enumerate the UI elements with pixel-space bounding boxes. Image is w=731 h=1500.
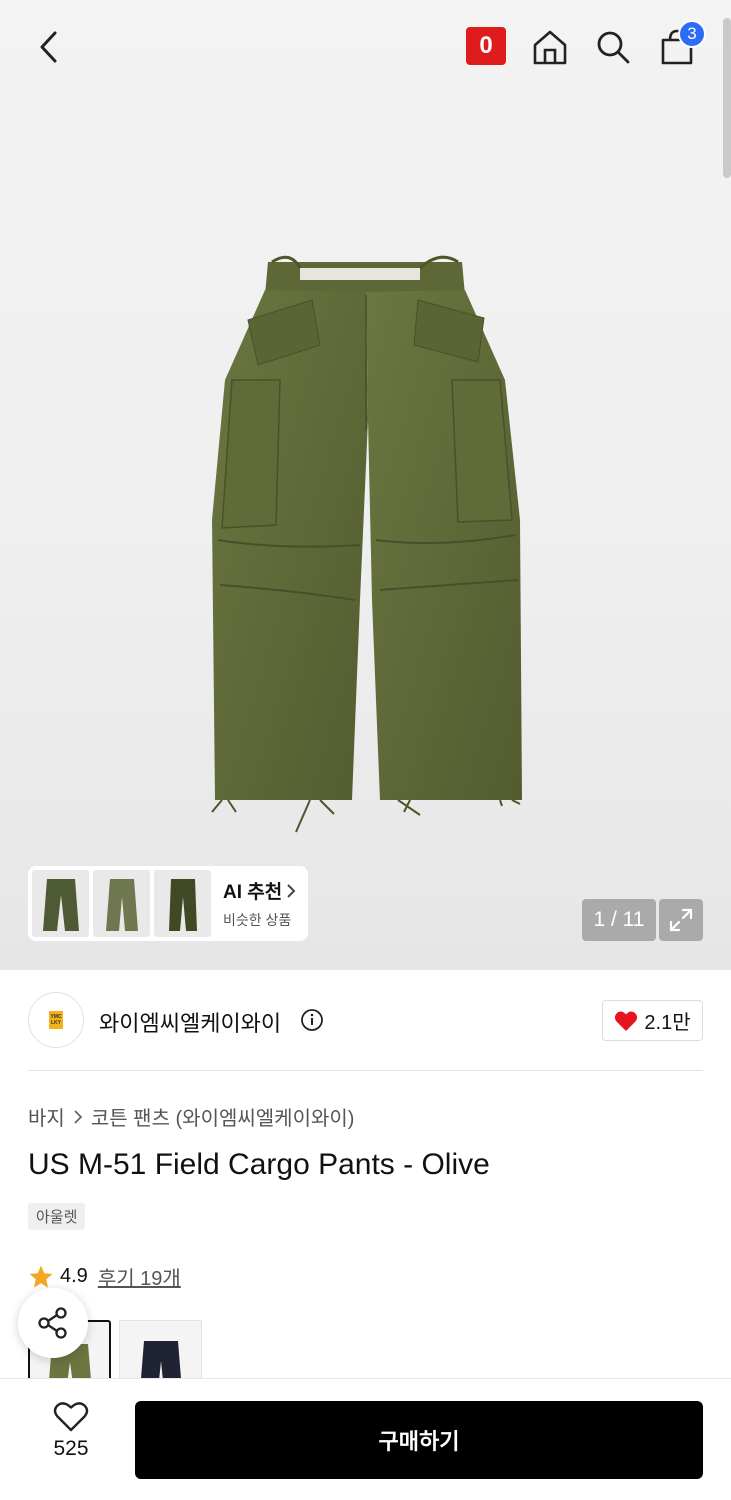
product-title: US M-51 Field Cargo Pants - Olive <box>28 1148 490 1181</box>
top-nav-bar: 0 3 <box>0 0 731 92</box>
image-counter: 1 / 11 <box>582 899 656 941</box>
share-button[interactable] <box>18 1288 88 1358</box>
rating-row: 4.9 후기 19개 <box>28 1262 181 1291</box>
chevron-left-icon <box>40 31 57 63</box>
product-image-gallery[interactable]: 0 3 AI 추천 비슷한 상품 1 / 11 <box>0 0 731 970</box>
breadcrumb: 바지 코튼 팬츠 (와이엠씨엘케이와이) <box>28 1102 354 1131</box>
ai-recommend-title: AI 추천 <box>223 877 296 904</box>
brand-name[interactable]: 와이엠씨엘케이와이 <box>99 1006 281 1038</box>
heart-filled-icon <box>615 1011 638 1031</box>
product-photo <box>211 255 522 833</box>
outlet-tag: 아울렛 <box>28 1203 86 1230</box>
product-page: 0 3 AI 추천 비슷한 상품 1 / 11 YMC LKY 와이엠씨엘케이와… <box>0 0 731 1500</box>
rating-value: 4.9 <box>60 1265 88 1287</box>
zero-badge-button[interactable]: 0 <box>466 27 506 65</box>
breadcrumb-subcategory[interactable]: 코튼 팬츠 (와이엠씨엘케이와이) <box>91 1102 355 1131</box>
brand-logo-mark: YMC LKY <box>49 1011 63 1029</box>
search-button[interactable] <box>588 22 638 72</box>
ai-thumb-2 <box>93 870 150 937</box>
back-button[interactable] <box>24 22 74 72</box>
fullscreen-button[interactable] <box>659 899 703 941</box>
search-icon <box>597 31 630 64</box>
reviews-link[interactable]: 후기 19개 <box>98 1262 181 1291</box>
brand-logo[interactable]: YMC LKY <box>28 992 84 1048</box>
expand-icon <box>669 908 693 932</box>
brand-like-count: 2.1만 <box>644 1012 691 1034</box>
ai-recommend-title-text: AI 추천 <box>223 882 283 903</box>
chevron-right-icon <box>287 883 296 898</box>
pants-thumbnail <box>105 878 138 931</box>
brand-like-button[interactable]: 2.1만 <box>602 1000 703 1041</box>
heart-outline-icon <box>53 1402 89 1432</box>
home-button[interactable] <box>525 22 575 72</box>
buy-button[interactable]: 구매하기 <box>135 1401 703 1479</box>
wishlist-button[interactable]: 525 <box>30 1401 112 1481</box>
wishlist-count: 525 <box>53 1437 89 1460</box>
pants-thumbnail <box>42 878 79 931</box>
bottom-action-bar: 525 구매하기 <box>0 1378 731 1500</box>
pants-thumbnail <box>168 878 197 931</box>
ai-thumb-1 <box>32 870 89 937</box>
cart-count-badge: 3 <box>678 20 706 48</box>
brand-row: YMC LKY 와이엠씨엘케이와이 2.1만 <box>28 990 703 1050</box>
ai-recommend-card[interactable]: AI 추천 비슷한 상품 <box>28 866 308 941</box>
chevron-right-icon <box>74 1109 83 1124</box>
section-divider <box>28 1070 703 1071</box>
cart-button[interactable]: 3 <box>652 20 706 72</box>
info-icon[interactable] <box>300 1008 324 1032</box>
ai-recommend-subtitle: 비슷한 상품 <box>223 912 292 928</box>
star-icon <box>29 1265 53 1288</box>
ai-thumb-3 <box>154 870 211 937</box>
breadcrumb-category[interactable]: 바지 <box>28 1102 65 1131</box>
share-icon <box>38 1307 67 1339</box>
home-icon <box>533 30 567 65</box>
